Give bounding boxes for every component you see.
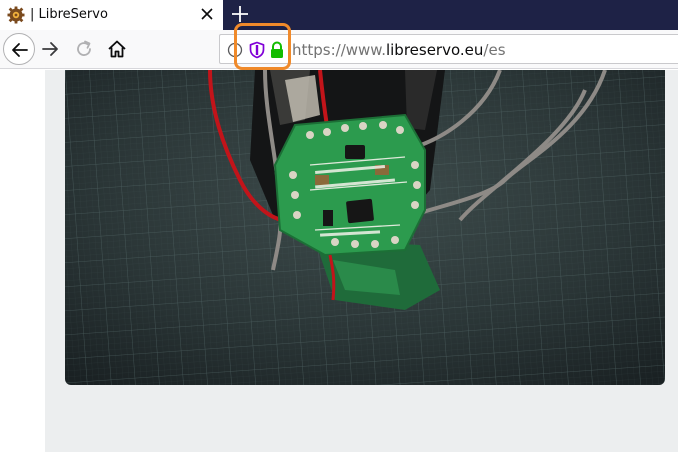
url-scheme: https://www.: [292, 41, 386, 59]
back-button[interactable]: [3, 33, 35, 65]
back-arrow-icon: [12, 43, 28, 57]
url-bar[interactable]: https://www.libreservo.eu/es: [219, 34, 678, 64]
lock-icon[interactable]: [269, 41, 285, 59]
nav-toolbar: https://www.libreservo.eu/es: [0, 30, 678, 69]
pcb-photo: [65, 70, 665, 385]
gear-icon: [7, 6, 25, 24]
home-icon: [108, 40, 126, 58]
home-button[interactable]: [106, 38, 128, 60]
url-path: /es: [483, 41, 506, 59]
info-icon[interactable]: [227, 42, 243, 58]
close-icon[interactable]: [198, 5, 216, 23]
tab-strip: | LibreServo: [0, 0, 678, 30]
url-host: libreservo.eu: [385, 41, 484, 59]
main-content-area: [45, 70, 678, 452]
forward-button[interactable]: [40, 39, 60, 59]
tab-libreservo[interactable]: | LibreServo: [0, 0, 223, 30]
reload-icon: [77, 40, 91, 56]
tab-title: | LibreServo: [30, 7, 108, 22]
tracking-protection-shield-icon[interactable]: [248, 41, 266, 59]
forward-arrow-icon: [42, 42, 58, 56]
new-tab-plus-icon[interactable]: [229, 3, 251, 25]
page-content: [0, 70, 678, 452]
reload-button[interactable]: [74, 39, 94, 59]
url-text[interactable]: https://www.libreservo.eu/es: [292, 41, 506, 59]
